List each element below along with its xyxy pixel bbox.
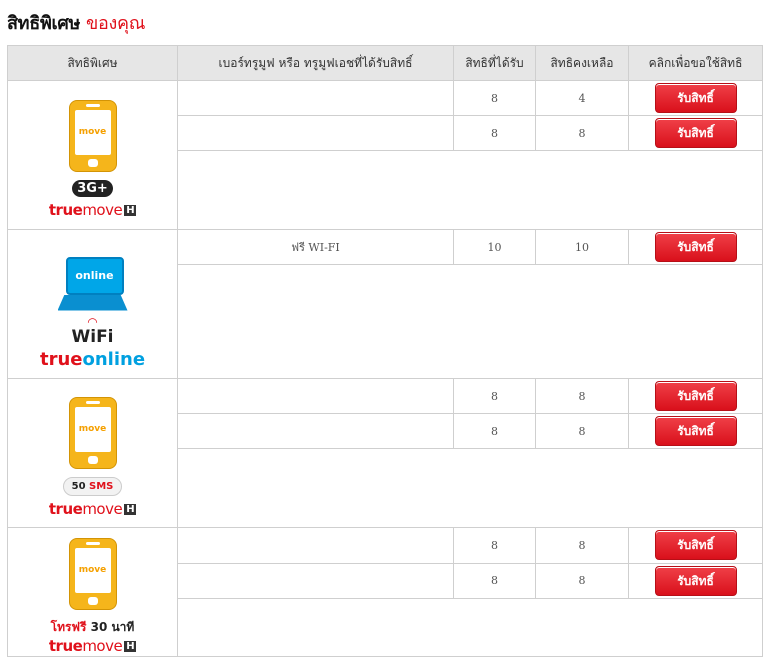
remaining-cell: 8	[535, 378, 629, 414]
table-row: move 3G+ truemove H 8 4 รับสิทธิ์	[7, 80, 763, 230]
wifi-logo: ◠ WiFi	[71, 314, 114, 347]
truemove-logo: truemove H	[48, 499, 137, 518]
remaining-cell: 8	[535, 562, 629, 600]
received-cell: 8	[453, 115, 536, 151]
claim-button[interactable]: รับสิทธิ์	[654, 83, 737, 113]
claim-cell: รับสิทธิ์	[628, 527, 763, 564]
claim-button[interactable]: รับสิทธิ์	[654, 416, 737, 446]
received-cell: 8	[453, 527, 536, 564]
privilege-logo-wifi: online ◠ WiFi trueonline	[7, 229, 178, 379]
header-remaining: สิทธิคงเหลือ	[535, 45, 629, 81]
remaining-cell: 8	[535, 115, 629, 151]
claim-button[interactable]: รับสิทธิ์	[654, 565, 737, 596]
laptop-icon: online	[57, 256, 128, 315]
table-header-row: สิทธิพิเศษ เบอร์ทรูมูฟ หรือ ทรูมูฟเอชที่…	[7, 45, 763, 81]
header-received: สิทธิที่ได้รับ	[453, 45, 536, 81]
header-number: เบอร์ทรูมูฟ หรือ ทรูมูฟเอชที่ได้รับสิทธิ…	[177, 45, 454, 81]
privilege-logo-call: move โทรฟรี 30 นาที truemove H	[7, 527, 178, 657]
privilege-logo-3g: move 3G+ truemove H	[7, 80, 178, 230]
page-title-main: สิทธิพิเศษ	[7, 13, 81, 34]
rights-table: สิทธิพิเศษ เบอร์ทรูมูฟ หรือ ทรูมูฟเอชที่…	[7, 45, 763, 657]
3g-badge: 3G+	[72, 179, 113, 197]
header-privilege: สิทธิพิเศษ	[7, 45, 178, 81]
remaining-cell: 10	[535, 229, 629, 265]
number-cell	[177, 80, 454, 116]
remaining-cell: 8	[535, 413, 629, 449]
page-title: สิทธิพิเศษ ของคุณ	[7, 8, 146, 37]
table-row: online ◠ WiFi trueonline ฟรี WI-FI 10 10 …	[7, 229, 763, 379]
claim-button[interactable]: รับสิทธิ์	[654, 530, 737, 561]
number-cell	[177, 378, 454, 414]
table-row: move โทรฟรี 30 นาที truemove H 8 8 รับสิท…	[7, 527, 763, 657]
claim-button[interactable]: รับสิทธิ์	[654, 118, 737, 148]
claim-cell: รับสิทธิ์	[628, 80, 763, 116]
phone-icon: move	[68, 396, 117, 469]
phone-icon: move	[68, 99, 117, 172]
table-row: move 50 SMS truemove H 8 8 รับสิทธิ์	[7, 378, 763, 528]
claim-cell: รับสิทธิ์	[628, 562, 763, 600]
privilege-logo-sms: move 50 SMS truemove H	[7, 378, 178, 528]
claim-button[interactable]: รับสิทธิ์	[654, 232, 737, 262]
claim-cell: รับสิทธิ์	[628, 229, 763, 265]
received-cell: 8	[453, 562, 536, 600]
free-call-label: โทรฟรี 30 นาที	[50, 619, 135, 634]
remaining-cell: 8	[535, 527, 629, 564]
received-cell: 10	[453, 229, 536, 265]
number-cell: ฟรี WI-FI	[177, 229, 454, 265]
truemove-logo: truemove H	[48, 636, 137, 655]
received-cell: 8	[453, 80, 536, 116]
number-cell	[177, 115, 454, 151]
claim-button[interactable]: รับสิทธิ์	[654, 381, 737, 411]
phone-icon: move	[68, 537, 117, 610]
claim-cell: รับสิทธิ์	[628, 413, 763, 449]
trueonline-logo: trueonline	[39, 348, 146, 370]
number-cell	[177, 562, 454, 600]
remaining-cell: 4	[535, 80, 629, 116]
page-title-accent: ของคุณ	[86, 13, 146, 34]
claim-cell: รับสิทธิ์	[628, 378, 763, 414]
received-cell: 8	[453, 378, 536, 414]
claim-cell: รับสิทธิ์	[628, 115, 763, 151]
number-cell	[177, 527, 454, 564]
truemove-logo: truemove H	[48, 200, 137, 219]
number-cell	[177, 413, 454, 449]
received-cell: 8	[453, 413, 536, 449]
header-claim: คลิกเพื่อขอใช้สิทธิ	[628, 45, 763, 81]
sms-badge: 50 SMS	[62, 476, 123, 496]
